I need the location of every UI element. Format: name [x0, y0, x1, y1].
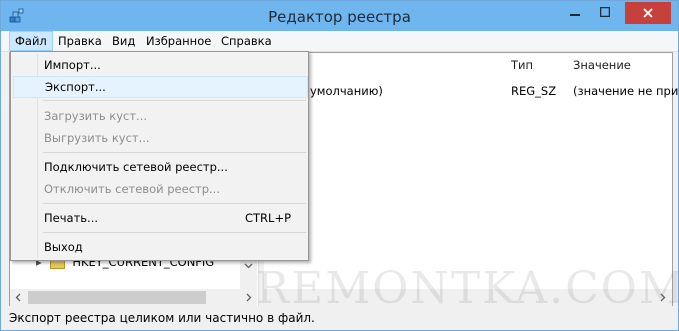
- menu-load-hive-label: Загрузить куст...: [44, 109, 148, 123]
- value-name-cell[interactable]: умолчанию): [310, 83, 383, 99]
- registry-editor-window: Редактор реестра Файл Правка Вид Избранн…: [0, 0, 679, 331]
- menu-print-shortcut: CTRL+P: [245, 211, 292, 225]
- scroll-right-icon[interactable]: [240, 289, 257, 306]
- scroll-thumb[interactable]: [28, 291, 206, 304]
- menu-load-hive[interactable]: Загрузить куст...: [13, 105, 306, 127]
- menu-bar: Файл Правка Вид Избранное Справка: [1, 31, 678, 52]
- menu-separator: [43, 152, 306, 153]
- menu-exit[interactable]: Выход: [13, 236, 306, 258]
- close-icon: [643, 8, 653, 18]
- menu-connect-registry[interactable]: Подключить сетевой реестр...: [13, 156, 306, 178]
- minimize-icon: [569, 14, 580, 16]
- menu-separator: [43, 100, 306, 101]
- maximize-button[interactable]: [591, 1, 618, 23]
- menu-import-label: Импорт...: [44, 58, 101, 72]
- column-header-value[interactable]: Значение: [573, 57, 631, 73]
- scroll-left-icon[interactable]: [10, 289, 27, 306]
- menu-export-label: Экспорт...: [45, 80, 106, 94]
- menu-edit[interactable]: Правка: [53, 31, 107, 51]
- status-bar: Экспорт реестра целиком или частично в ф…: [1, 306, 678, 330]
- menu-separator: [43, 232, 306, 233]
- menu-connect-label: Подключить сетевой реестр...: [44, 160, 228, 174]
- menu-help[interactable]: Справка: [216, 31, 277, 51]
- menu-print-label: Печать...: [44, 211, 99, 225]
- tree-horizontal-scrollbar[interactable]: [10, 289, 257, 306]
- menu-unload-hive-label: Выгрузить куст...: [44, 131, 150, 145]
- value-data-cell[interactable]: (значение не присв: [573, 83, 678, 99]
- menu-exit-label: Выход: [44, 240, 83, 254]
- menu-view[interactable]: Вид: [107, 31, 140, 51]
- menu-favorites[interactable]: Избранное: [141, 31, 216, 51]
- menu-file[interactable]: Файл: [9, 31, 53, 51]
- menu-separator: [43, 203, 306, 204]
- maximize-icon: [599, 7, 610, 17]
- close-button[interactable]: [625, 2, 671, 24]
- menu-print[interactable]: Печать... CTRL+P: [13, 207, 306, 229]
- menu-export[interactable]: Экспорт...: [13, 76, 308, 98]
- menu-disconnect-registry[interactable]: Отключить сетевой реестр...: [13, 178, 306, 200]
- minimize-button[interactable]: [561, 1, 588, 23]
- status-text: Экспорт реестра целиком или частично в ф…: [9, 311, 315, 325]
- menu-import[interactable]: Импорт...: [13, 54, 306, 76]
- value-type-cell[interactable]: REG_SZ: [511, 83, 556, 99]
- menu-unload-hive[interactable]: Выгрузить куст...: [13, 127, 306, 149]
- column-header-type[interactable]: Тип: [511, 57, 533, 73]
- title-bar[interactable]: Редактор реестра: [1, 1, 678, 31]
- file-menu-dropdown: Импорт... Экспорт... Загрузить куст... В…: [10, 51, 309, 261]
- menu-disconnect-label: Отключить сетевой реестр...: [44, 182, 220, 196]
